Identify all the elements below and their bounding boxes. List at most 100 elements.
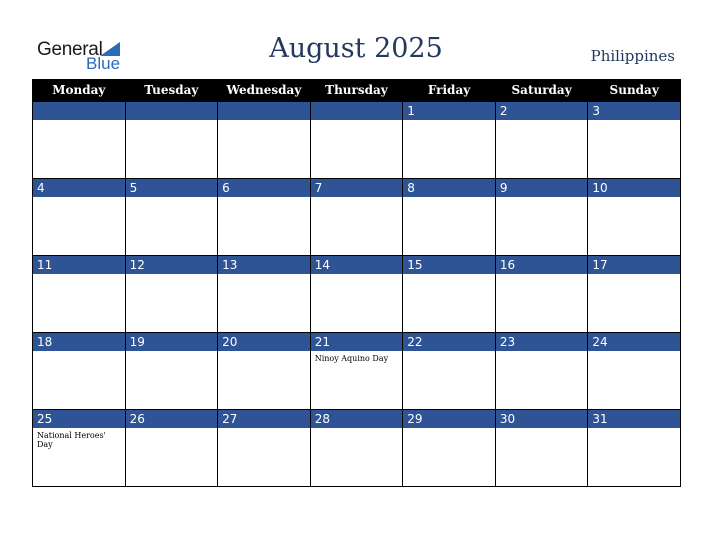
holiday-label: [588, 197, 680, 200]
weekday-header: Wednesday: [217, 79, 311, 102]
day-cell[interactable]: 25 National Heroes' Day: [32, 409, 126, 487]
weekday-header: Thursday: [309, 79, 404, 102]
holiday-label: [496, 197, 588, 200]
day-cell[interactable]: 10: [587, 178, 681, 256]
day-number: 25: [33, 410, 125, 428]
holiday-label: [126, 197, 218, 200]
holiday-label: [33, 274, 125, 277]
day-cell[interactable]: 11: [32, 255, 126, 333]
weekday-header: Sunday: [587, 79, 681, 102]
day-cell[interactable]: 13: [217, 255, 311, 333]
day-number: 10: [588, 179, 680, 197]
day-cell[interactable]: 3: [587, 101, 681, 179]
day-cell[interactable]: 28: [309, 409, 404, 487]
holiday-label: [588, 428, 680, 431]
holiday-label: [403, 197, 495, 200]
holiday-label: [403, 428, 495, 431]
day-cell[interactable]: 27: [217, 409, 311, 487]
day-number: 15: [403, 256, 495, 274]
holiday-label: [588, 351, 680, 354]
day-number: 28: [310, 410, 403, 428]
day-number: 31: [588, 410, 680, 428]
day-cell[interactable]: 7: [309, 178, 404, 256]
day-cell[interactable]: 21 Ninoy Aquino Day: [309, 332, 404, 410]
day-number: [125, 102, 218, 120]
holiday-label: [496, 120, 588, 123]
day-number: 7: [310, 179, 403, 197]
day-number: 23: [495, 333, 588, 351]
day-cell[interactable]: 2: [494, 101, 589, 179]
day-number: 4: [33, 179, 125, 197]
day-cell[interactable]: 18: [32, 332, 126, 410]
holiday-label: Ninoy Aquino Day: [314, 354, 389, 363]
holiday-label: [311, 274, 403, 277]
day-cell[interactable]: 6: [217, 178, 311, 256]
day-number: 6: [218, 179, 310, 197]
day-cell[interactable]: 17: [587, 255, 681, 333]
holiday-label: [126, 428, 218, 431]
day-cell[interactable]: 14: [309, 255, 404, 333]
holiday-label: [218, 351, 310, 354]
holiday-label: National Heroes' Day: [37, 431, 106, 449]
holiday-label: [311, 120, 403, 123]
holiday-label: [403, 351, 495, 354]
weekday-header: Tuesday: [124, 79, 219, 102]
holiday-label: [218, 428, 310, 431]
holiday-label: [126, 274, 218, 277]
day-cell[interactable]: 30: [494, 409, 589, 487]
day-cell[interactable]: 24: [587, 332, 681, 410]
day-number: 13: [218, 256, 310, 274]
day-cell[interactable]: 20: [217, 332, 311, 410]
day-cell[interactable]: 23: [494, 332, 589, 410]
day-number: 12: [125, 256, 218, 274]
week-row: 25 National Heroes' Day 26 27 28 29 30 31: [32, 409, 681, 487]
day-cell[interactable]: 22: [402, 332, 496, 410]
day-number: 16: [495, 256, 588, 274]
day-number: 20: [218, 333, 310, 351]
day-number: 11: [33, 256, 125, 274]
holiday-label: [311, 428, 403, 431]
day-number: 9: [495, 179, 588, 197]
holiday-label: [496, 428, 588, 431]
day-cell[interactable]: [309, 101, 404, 179]
day-number: 14: [310, 256, 403, 274]
day-number: 22: [403, 333, 495, 351]
day-cell[interactable]: 26: [124, 409, 219, 487]
day-number: [33, 102, 125, 120]
holiday-label: [218, 197, 310, 200]
day-number: 3: [588, 102, 680, 120]
day-number: 30: [495, 410, 588, 428]
holiday-label: [311, 197, 403, 200]
day-cell[interactable]: 31: [587, 409, 681, 487]
day-cell[interactable]: 15: [402, 255, 496, 333]
day-cell[interactable]: [124, 101, 219, 179]
day-cell[interactable]: [217, 101, 311, 179]
holiday-label: [403, 274, 495, 277]
day-cell[interactable]: 4: [32, 178, 126, 256]
day-number: 29: [403, 410, 495, 428]
day-number: 5: [125, 179, 218, 197]
holiday-label: [218, 120, 310, 123]
holiday-label: [496, 351, 588, 354]
day-cell[interactable]: 8: [402, 178, 496, 256]
week-row: 123: [32, 101, 681, 179]
day-cell[interactable]: [32, 101, 126, 179]
day-cell[interactable]: 12: [124, 255, 219, 333]
day-cell[interactable]: 19: [124, 332, 219, 410]
day-cell[interactable]: 16: [494, 255, 589, 333]
holiday-label: [126, 351, 218, 354]
day-cell[interactable]: 29: [402, 409, 496, 487]
country-label: Philippines: [590, 47, 675, 65]
holiday-label: [33, 120, 125, 123]
holiday-label: [33, 351, 125, 354]
week-row: 4 5 6 7 8 9 10: [32, 178, 681, 256]
day-cell[interactable]: 5: [124, 178, 219, 256]
day-cell[interactable]: 1: [402, 101, 496, 179]
calendar-grid: Monday Tuesday Wednesday Thursday Friday…: [32, 79, 681, 487]
week-row: 18 19 20 21 Ninoy Aquino Day 22 23 24: [32, 332, 681, 410]
week-row: 11 12 13 14 15 16 17: [32, 255, 681, 333]
day-cell[interactable]: 9: [494, 178, 589, 256]
day-number: 8: [403, 179, 495, 197]
holiday-label: [496, 274, 588, 277]
holiday-label: [126, 120, 218, 123]
